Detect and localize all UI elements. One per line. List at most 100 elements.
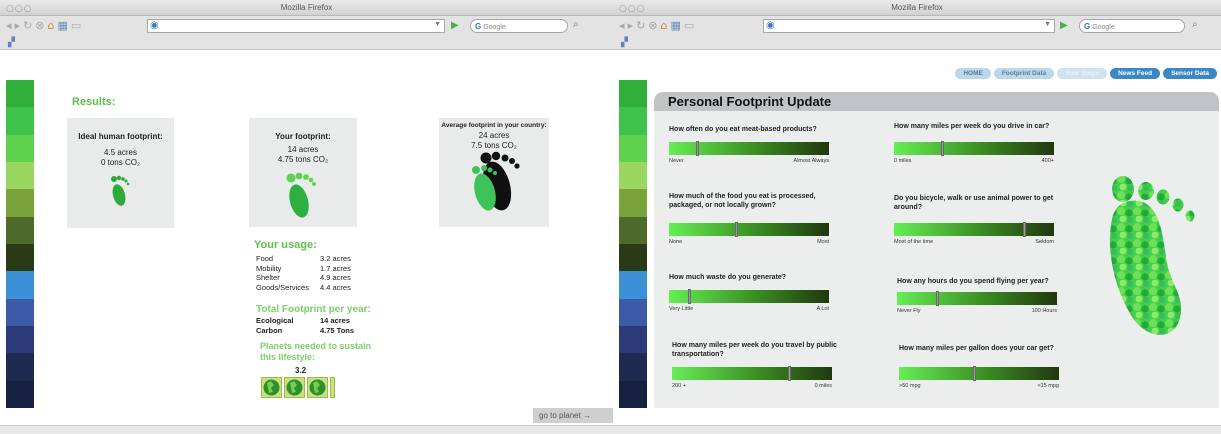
slider-track[interactable] <box>897 291 1057 306</box>
dropdown-icon[interactable]: ▼ <box>434 21 441 28</box>
total-footprint-table: Ecological 14 acres Carbon 4.75 Tons <box>256 316 354 335</box>
back-icon[interactable]: ◂ <box>619 19 625 32</box>
url-bar[interactable]: ◉ ▼ <box>763 19 1055 33</box>
search-input[interactable]: G Google <box>470 19 568 33</box>
planets-title: Planets needed to sustain this lifestyle… <box>260 341 372 362</box>
question-text: How many miles per week do you drive in … <box>894 123 1050 130</box>
tab-icon[interactable]: ▭ <box>684 19 694 32</box>
card-co2: 0 tons CO₂ <box>100 158 141 167</box>
stop-icon[interactable]: ⊗ <box>648 19 657 32</box>
question-text: How many miles per gallon does your car … <box>899 345 1054 352</box>
bookmarks-menu-icon[interactable]: ▞ <box>621 37 628 48</box>
go-icon[interactable]: ▶ <box>451 20 459 31</box>
stop-icon[interactable]: ⊗ <box>35 19 44 32</box>
reload-icon[interactable]: ↻ <box>23 19 32 32</box>
forward-icon[interactable]: ▸ <box>628 19 634 32</box>
strip-swatch <box>619 380 647 408</box>
bookmark-icon[interactable]: ▦ <box>57 19 67 32</box>
status-bar <box>0 425 613 434</box>
card-co2: 7.5 tons CO₂ <box>471 141 517 150</box>
left-browser-window: ○○○ Mozilla Firefox ◂ ▸ ↻ ⊗ ⌂ ▦ ▭ ◉ ▼ ▶ G Goog… <box>0 0 613 434</box>
question-text: How any hours do you spend flying per ye… <box>897 278 1049 285</box>
usage-row: Mobility 1.7 acres <box>256 264 351 274</box>
nav-sensor-data[interactable]: Sensor Data <box>1163 68 1217 79</box>
nav-your-steps[interactable]: Your Steps <box>1057 68 1108 79</box>
medium-footprint-icon <box>286 172 316 218</box>
tab-icon[interactable]: ▭ <box>71 19 81 32</box>
slider-track[interactable] <box>672 366 832 381</box>
slider-labels: 0 miles 400+ <box>894 158 1054 164</box>
home-icon[interactable]: ⌂ <box>48 19 55 32</box>
question-text: How many miles per week do you travel by… <box>672 342 837 358</box>
question-processed-food: How much of the food you eat is processe… <box>669 192 844 245</box>
search-icon[interactable]: ⌕ <box>573 19 579 30</box>
slider-track[interactable] <box>669 222 829 237</box>
slider-track[interactable] <box>669 289 829 304</box>
reload-icon[interactable]: ↻ <box>636 19 645 32</box>
slider-knob[interactable] <box>695 141 699 156</box>
usage-row: Food 3.2 acres <box>256 254 351 264</box>
color-strip <box>6 80 34 408</box>
usage-row: Goods/Services 4.4 acres <box>256 283 351 293</box>
slider-track[interactable] <box>669 141 829 156</box>
question-flying: How any hours do you spend flying per ye… <box>897 277 1072 314</box>
panel-header: Personal Footprint Update <box>654 92 1219 111</box>
slider-knob[interactable] <box>734 222 738 237</box>
planets-row <box>261 377 337 398</box>
go-to-planet-button[interactable]: go to planet → <box>533 408 613 423</box>
nav-news-feed[interactable]: News Feed <box>1110 68 1161 79</box>
strip-swatch <box>6 243 34 272</box>
strip-swatch <box>6 189 34 217</box>
slider-min-label: 0 miles <box>894 158 912 164</box>
slider-knob[interactable] <box>687 289 691 304</box>
home-icon[interactable]: ⌂ <box>661 19 668 32</box>
slider-knob[interactable] <box>972 366 976 381</box>
card-acres: 4.5 acres <box>104 148 137 157</box>
total-value: 14 acres <box>320 316 351 325</box>
navigation-toolbar: ◂ ▸ ↻ ⊗ ⌂ ▦ ▭ ◉ ▼ ▶ G Google ⌕ <box>0 16 613 36</box>
question-text: How often do you eat meat-based products… <box>669 126 817 133</box>
question-text: Do you bicycle, walk or use animal power… <box>894 195 1054 211</box>
large-footprint-icon <box>472 151 520 211</box>
total-row: Carbon 4.75 Tons <box>256 326 354 336</box>
strip-swatch <box>6 353 34 381</box>
your-footprint-card: Your footprint: 14 acres 4.75 tons CO₂ <box>249 118 357 227</box>
slider-min-label: 200 + <box>672 383 686 389</box>
url-bar[interactable]: ◉ ▼ <box>147 19 445 33</box>
search-input[interactable]: G Google <box>1079 19 1185 33</box>
slider-track[interactable] <box>894 222 1054 237</box>
go-icon[interactable]: ▶ <box>1060 20 1068 31</box>
partial-planet-icon <box>330 377 335 398</box>
card-heading: Average footprint in your country: <box>441 122 547 129</box>
slider-knob[interactable] <box>941 141 945 156</box>
right-browser-window: ○○○ Mozilla Firefox ◂ ▸ ↻ ⊗ ⌂ ▦ ▭ ◉ ▼ ▶ G Goog… <box>613 0 1221 434</box>
slider-labels: Most of the time Seldom <box>894 239 1054 245</box>
forward-icon[interactable]: ▸ <box>15 19 21 32</box>
usage-value: 1.7 acres <box>320 263 351 273</box>
strip-swatch <box>6 134 34 162</box>
slider-track[interactable] <box>894 141 1054 156</box>
card-heading: Your footprint: <box>275 132 331 141</box>
bookmark-icon[interactable]: ▦ <box>670 19 680 32</box>
slider-labels: >50 mpg <15 mpg <box>899 383 1059 389</box>
bookmarks-menu-icon[interactable]: ▞ <box>8 37 15 48</box>
dropdown-icon[interactable]: ▼ <box>1044 21 1051 28</box>
back-icon[interactable]: ◂ <box>6 19 12 32</box>
strip-swatch <box>6 161 34 190</box>
nav-home[interactable]: HOME <box>955 68 991 79</box>
slider-track[interactable] <box>899 366 1059 381</box>
strip-swatch <box>6 380 34 408</box>
slider-knob[interactable] <box>788 366 792 381</box>
strip-swatch <box>6 298 34 326</box>
nav-footprint-data[interactable]: Footprint Data <box>993 68 1055 79</box>
question-text: How much waste do you generate? <box>669 274 787 281</box>
slider-knob[interactable] <box>1022 222 1026 237</box>
window-title: Mozilla Firefox <box>280 3 333 12</box>
slider-knob[interactable] <box>936 291 940 306</box>
planet-icon <box>284 377 305 398</box>
usage-row: Shelter 4.9 acres <box>256 273 351 283</box>
search-icon[interactable]: ⌕ <box>1192 19 1198 30</box>
strip-swatch <box>619 325 647 354</box>
globe-icon: ◉ <box>766 20 775 31</box>
total-row: Ecological 14 acres <box>256 316 354 326</box>
